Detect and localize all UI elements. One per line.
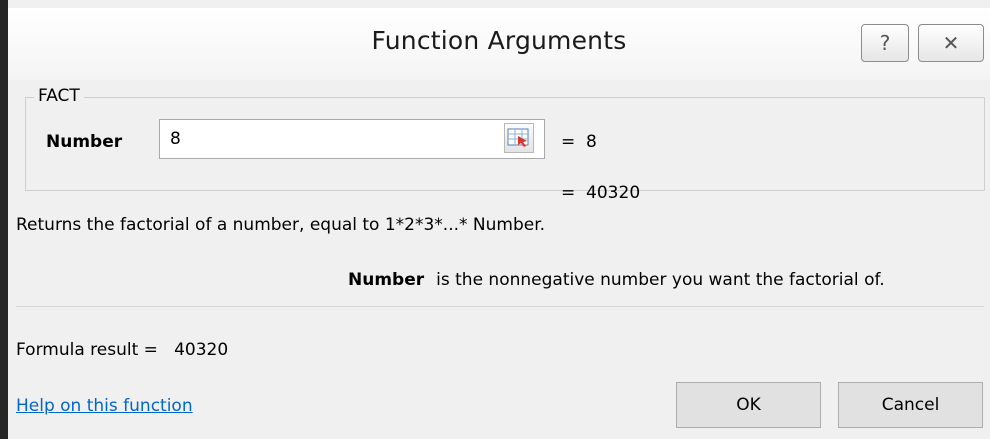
formula-result: Formula result = 40320	[16, 340, 229, 360]
divider	[16, 306, 984, 307]
argument-help: Number is the nonnegative number you want…	[348, 270, 885, 290]
title-bar: Function Arguments ? ✕	[8, 8, 990, 80]
help-icon: ?	[879, 31, 891, 55]
function-name: FACT	[34, 86, 84, 106]
dialog-title: Function Arguments	[371, 26, 627, 55]
argument-label: Number	[46, 132, 123, 152]
cancel-button[interactable]: Cancel	[838, 382, 983, 428]
function-description: Returns the factorial of a number, equal…	[16, 215, 546, 235]
argument-help-name: Number	[348, 270, 425, 290]
function-result-preview: = 40320	[561, 183, 641, 203]
help-button[interactable]: ?	[861, 24, 909, 62]
close-button[interactable]: ✕	[918, 24, 984, 62]
help-on-function-link[interactable]: Help on this function	[16, 396, 193, 416]
collapse-dialog-icon	[507, 128, 529, 147]
range-selector-button[interactable]	[504, 123, 534, 153]
number-input[interactable]	[159, 119, 545, 159]
ok-button[interactable]: OK	[676, 382, 821, 428]
argument-evaluated-value: = 8	[561, 132, 597, 152]
close-icon: ✕	[942, 31, 960, 55]
function-arguments-dialog: Function Arguments ? ✕ FACT Number = 8 =…	[0, 0, 990, 439]
argument-help-text: is the nonnegative number you want the f…	[436, 270, 885, 290]
